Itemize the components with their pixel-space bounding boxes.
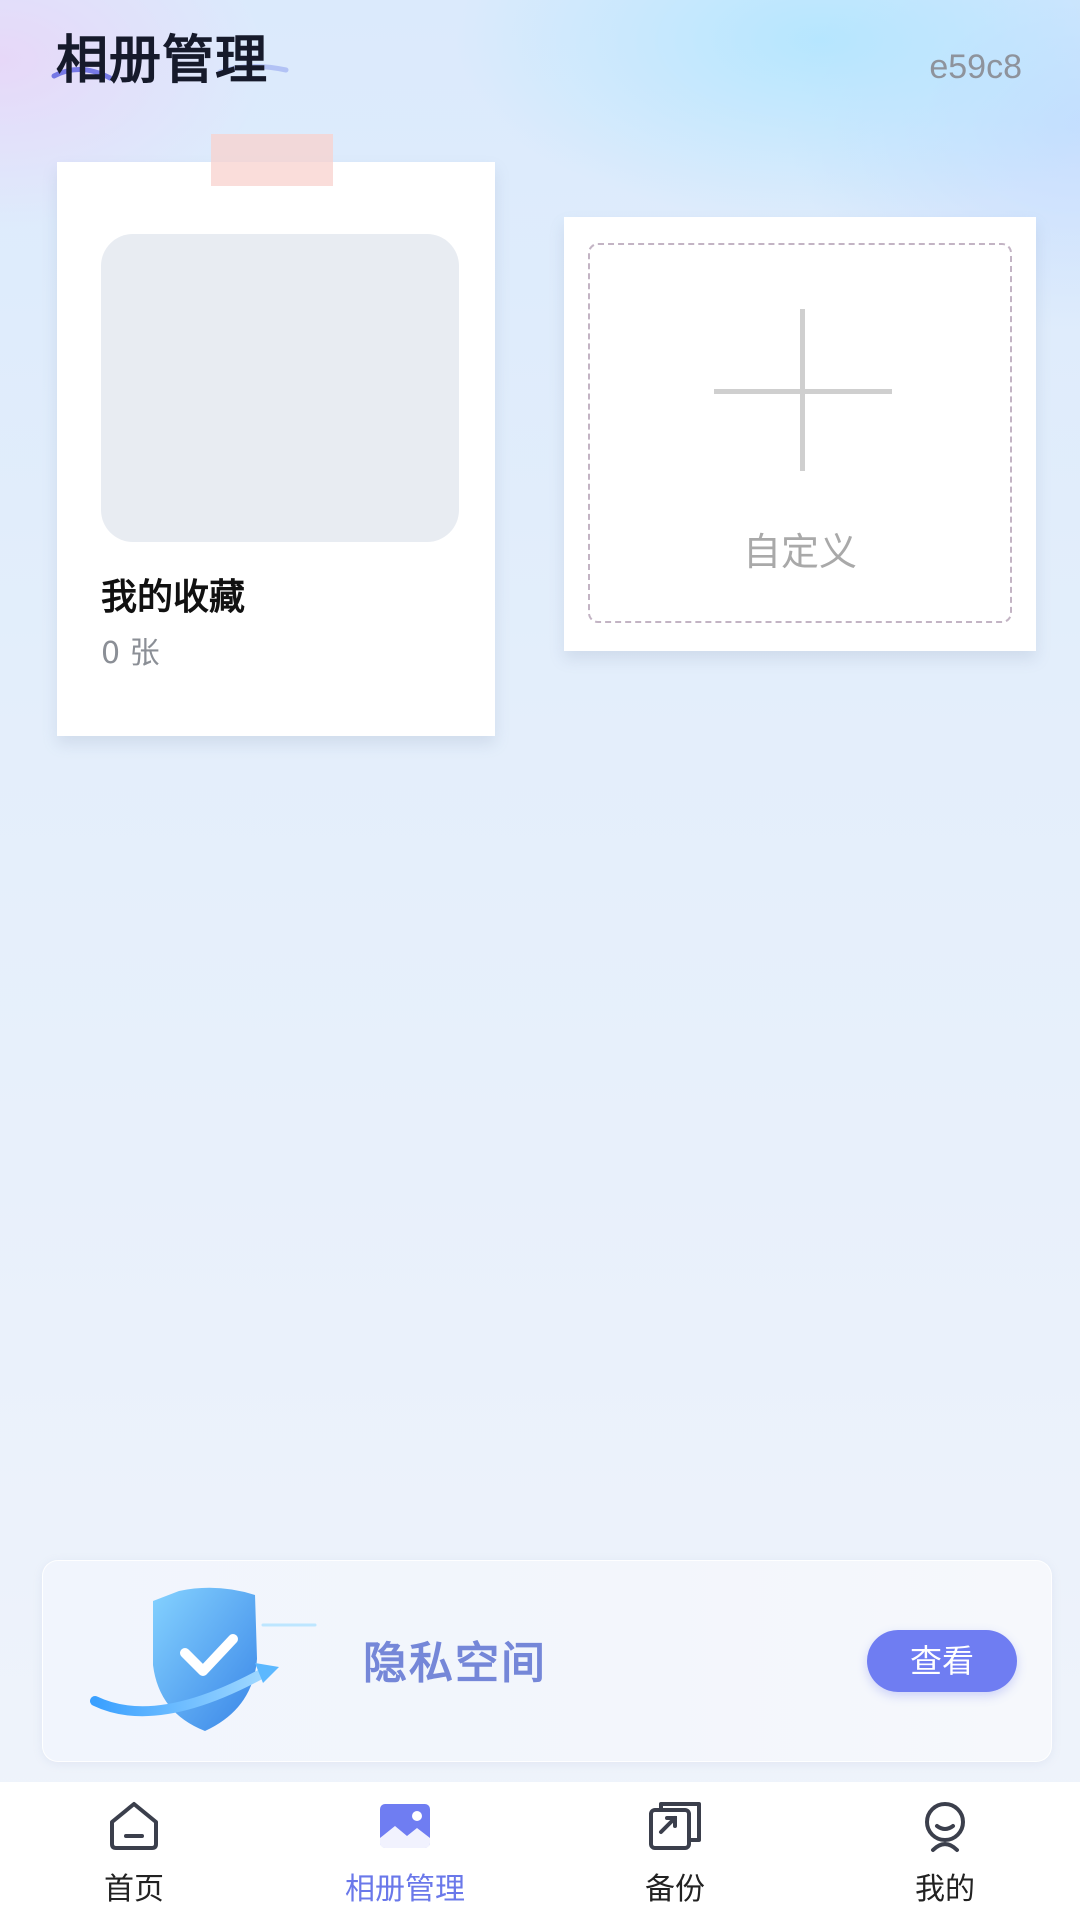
home-icon: [110, 1802, 158, 1850]
custom-album-label: 自定义: [742, 530, 857, 574]
custom-dashed-area: 自定义: [588, 243, 1012, 623]
tape-decoration: [211, 134, 333, 186]
add-custom-album-button[interactable]: 自定义: [564, 217, 1036, 651]
album-count: 0 张: [101, 636, 160, 671]
profile-icon: [925, 1802, 965, 1852]
view-button[interactable]: 查看: [867, 1630, 1017, 1692]
privacy-space-title: 隐私空间: [363, 1638, 547, 1689]
tab-home[interactable]: 首页: [44, 1782, 224, 1920]
privacy-space-banner[interactable]: 隐私空间 查看: [42, 1560, 1052, 1762]
tab-profile[interactable]: 我的: [855, 1782, 1035, 1920]
album-name: 我的收藏: [101, 577, 246, 618]
tab-backup[interactable]: 备份: [585, 1782, 765, 1920]
tab-album-manage[interactable]: 相册管理: [315, 1782, 495, 1920]
tab-label: 我的: [915, 1872, 975, 1907]
user-id-label: e59c8: [929, 48, 1022, 86]
album-thumbnail: [101, 234, 459, 542]
shield-check-icon: [90, 1587, 317, 1731]
tab-label: 相册管理: [345, 1872, 465, 1907]
photo-icon: [380, 1804, 430, 1848]
tab-label: 备份: [645, 1872, 705, 1907]
album-card-favorites[interactable]: 我的收藏 0 张: [57, 134, 495, 736]
plus-icon-horizontal: [714, 389, 892, 394]
page-title: 相册管理: [56, 31, 269, 91]
tab-label: 首页: [104, 1872, 164, 1907]
bottom-tab-bar: 首页 相册管理 备份 我的: [0, 1782, 1080, 1920]
backup-icon: [649, 1802, 701, 1850]
